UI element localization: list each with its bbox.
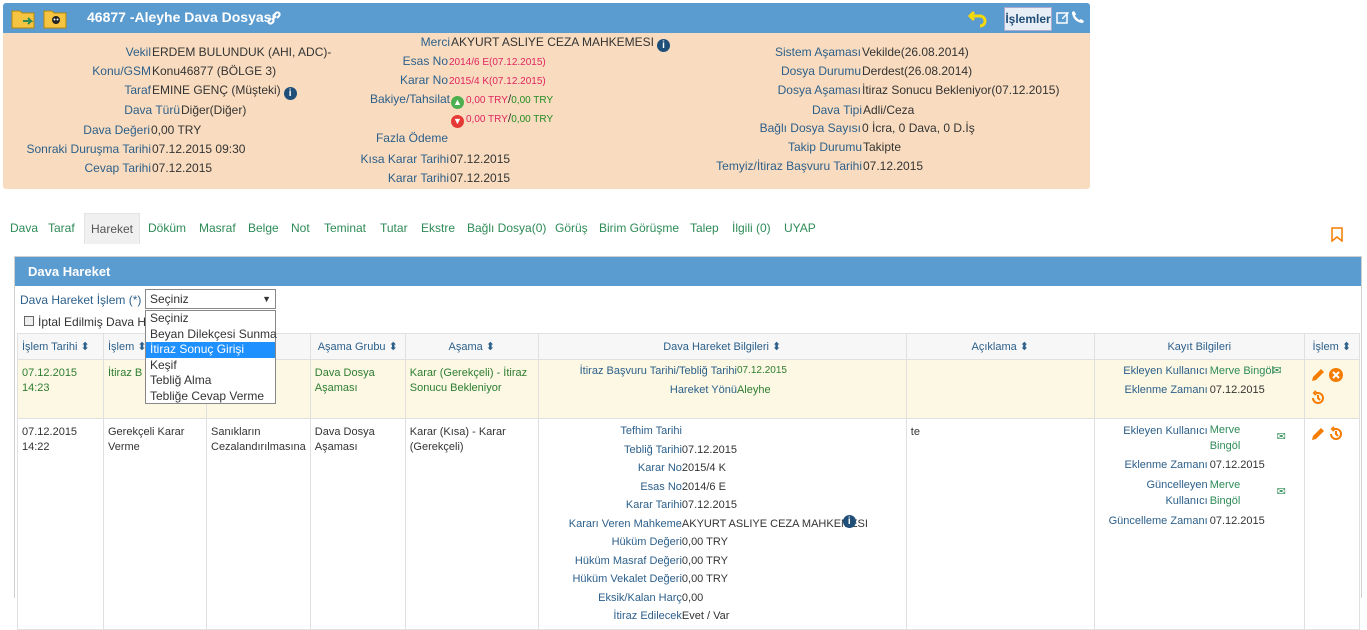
durusma-field: Sonraki Duruşma Tarihi 07.12.2015 09:30 [26, 142, 246, 156]
bagli-dosya-field: Bağlı Dosya Sayısı 0 İcra, 0 Dava, 0 D.İş [759, 121, 975, 135]
col-asama[interactable]: Aşama ⬍ [404, 333, 539, 360]
option-beyan[interactable]: Beyan Dilekçesi Sunma [146, 327, 277, 343]
arrow-up-icon: ▲ [451, 96, 464, 109]
col-islem-tarihi[interactable]: İşlem Tarihi ⬍ [17, 333, 104, 360]
takip-durumu-field: Takip Durumu Takipte [787, 140, 902, 154]
vekil-field: Vekil ERDEM BULUNDUK (AHI, ADC)- [125, 45, 332, 59]
kisa-karar-field: Kısa Karar Tarihi 07.12.2015 [360, 152, 511, 166]
caret-down-icon: ▼ [262, 294, 271, 304]
tab-tutar[interactable]: Tutar [380, 213, 408, 244]
panel-title: Dava Hareket [15, 257, 1361, 286]
konu-field: Konu/GSM Konu46877 (BÖLGE 3) [92, 64, 277, 78]
arrow-down-icon: ▼ [451, 115, 464, 128]
tab-dava[interactable]: Dava [10, 213, 38, 244]
option-teblig-alma[interactable]: Tebliğ Alma [146, 373, 275, 389]
option-kesif[interactable]: Keşif [146, 358, 275, 374]
option-teblige-cevap[interactable]: Tebliğe Cevap Verme [146, 389, 275, 405]
history-icon[interactable] [1310, 390, 1326, 406]
col-asama-grubu[interactable]: Aşama Grubu ⬍ [309, 333, 406, 360]
tab-taraf[interactable]: Taraf [48, 213, 75, 244]
sistem-asamasi-field: Sistem Aşaması Vekilde(26.08.2014) [774, 45, 969, 59]
merci-field: Merci AKYURT ASLIYE CEZA MAHKEMESI i [421, 35, 670, 52]
tab-ekstre[interactable]: Ekstre [421, 213, 455, 244]
case-title: 46877 -Aleyhe Dava Dosyası [87, 9, 276, 25]
islem-select[interactable]: Seçiniz ▼ [145, 289, 276, 309]
option-itiraz[interactable]: İtiraz Sonuç Girişi [146, 342, 275, 358]
folder-skull-icon[interactable] [43, 7, 69, 29]
tab-dokum[interactable]: Döküm [148, 213, 186, 244]
tab-teminat[interactable]: Teminat [324, 213, 366, 244]
col-kayit-bilgileri: Kayıt Bilgileri [1093, 333, 1305, 360]
history-icon[interactable] [1328, 426, 1344, 442]
tab-not[interactable]: Not [291, 213, 310, 244]
table-row: 07.12.2015 14:22 Gerekçeli Karar Verme S… [17, 418, 1360, 630]
temyiz-field: Temyiz/İtiraz Başvuru Tarihi 07.12.2015 [716, 159, 924, 173]
col-aciklama[interactable]: Açıklama ⬍ [905, 333, 1095, 360]
cancel-icon[interactable] [1328, 367, 1344, 383]
karar-tarihi-field: Karar Tarihi 07.12.2015 [387, 171, 511, 185]
dosya-asamasi-field: Dosya Aşaması İtiraz Sonucu Bekleniyor(07… [777, 83, 1060, 97]
undo-icon[interactable] [968, 8, 988, 28]
dava-tipi-field: Dava Tipi Adli/Ceza [811, 103, 915, 117]
mail-icon[interactable]: ✉ [1277, 428, 1286, 446]
option-seciniz[interactable]: Seçiniz [146, 311, 275, 327]
tab-hareket[interactable]: Hareket [84, 213, 140, 244]
info-icon[interactable]: i [656, 39, 670, 52]
karar-field: Karar No 2015/4 K(07.12.2015) [399, 73, 546, 87]
col-hareket-bilgileri[interactable]: Dava Hareket Bilgileri ⬍ [537, 333, 907, 360]
tab-birim-gorusme[interactable]: Birim Görüşme [599, 213, 679, 244]
dosya-durumu-field: Dosya Durumu Derdest(26.08.2014) [780, 64, 973, 78]
bakiye-field-2: ▼ 0,00 TRY/0,00 TRY [451, 111, 553, 128]
tab-belge[interactable]: Belge [248, 213, 279, 244]
tab-bagli-dosya[interactable]: Bağlı Dosya(0) [467, 213, 546, 244]
iptal-checkbox[interactable] [24, 316, 34, 326]
dava-hareket-panel: Dava Hareket Dava Hareket İşlem (*) Seçi… [14, 256, 1362, 630]
bakiye-field: Bakiye/Tahsilat ▲ 0,00 TRY/0,00 TRY [369, 92, 554, 109]
taraf-field: Taraf EMINE GENÇ (Müşteki) i [124, 83, 297, 100]
case-header-bar: 46877 -Aleyhe Dava Dosyası İşlemler [3, 3, 1090, 33]
info-icon[interactable]: i [842, 514, 856, 528]
case-header: 46877 -Aleyhe Dava Dosyası İşlemler Veki… [3, 3, 1090, 189]
iptal-checkbox-label: İptal Edilmiş Dava H [38, 315, 147, 329]
info-icon[interactable]: i [283, 87, 297, 100]
edit-pencil-icon[interactable] [1310, 426, 1326, 442]
edit-pencil-icon[interactable] [1310, 367, 1326, 383]
col-islem-actions[interactable]: İşlem ⬍ [1303, 333, 1360, 360]
link-icon[interactable] [266, 10, 282, 26]
tab-gorus[interactable]: Görüş [555, 213, 588, 244]
edit-icon[interactable] [1056, 10, 1070, 24]
folder-arrow-icon[interactable] [11, 7, 37, 29]
islem-dropdown: Seçiniz Beyan Dilekçesi Sunma İtiraz Son… [145, 310, 277, 405]
mail-icon[interactable]: ✉ [1277, 483, 1286, 501]
tab-ilgili[interactable]: İlgili (0) [732, 213, 771, 244]
tab-talep[interactable]: Talep [690, 213, 719, 244]
dava-degeri-field: Dava Değeri 0,00 TRY [83, 123, 202, 137]
tab-uyap[interactable]: UYAP [784, 213, 816, 244]
tab-masraf[interactable]: Masraf [199, 213, 236, 244]
mail-icon[interactable]: ✉ [1272, 362, 1281, 380]
bookmark-icon[interactable] [1331, 227, 1343, 242]
dava-turu-field: Dava Türü Diğer(Diğer) [124, 103, 247, 117]
cevap-tarihi-field: Cevap Tarihi 07.12.2015 [84, 161, 213, 175]
islem-label: Dava Hareket İşlem (*) [20, 293, 142, 307]
phone-icon[interactable] [1071, 10, 1085, 24]
esas-field: Esas No 2014/6 E(07.12.2015) [402, 54, 546, 68]
islemler-button[interactable]: İşlemler [1004, 7, 1052, 31]
